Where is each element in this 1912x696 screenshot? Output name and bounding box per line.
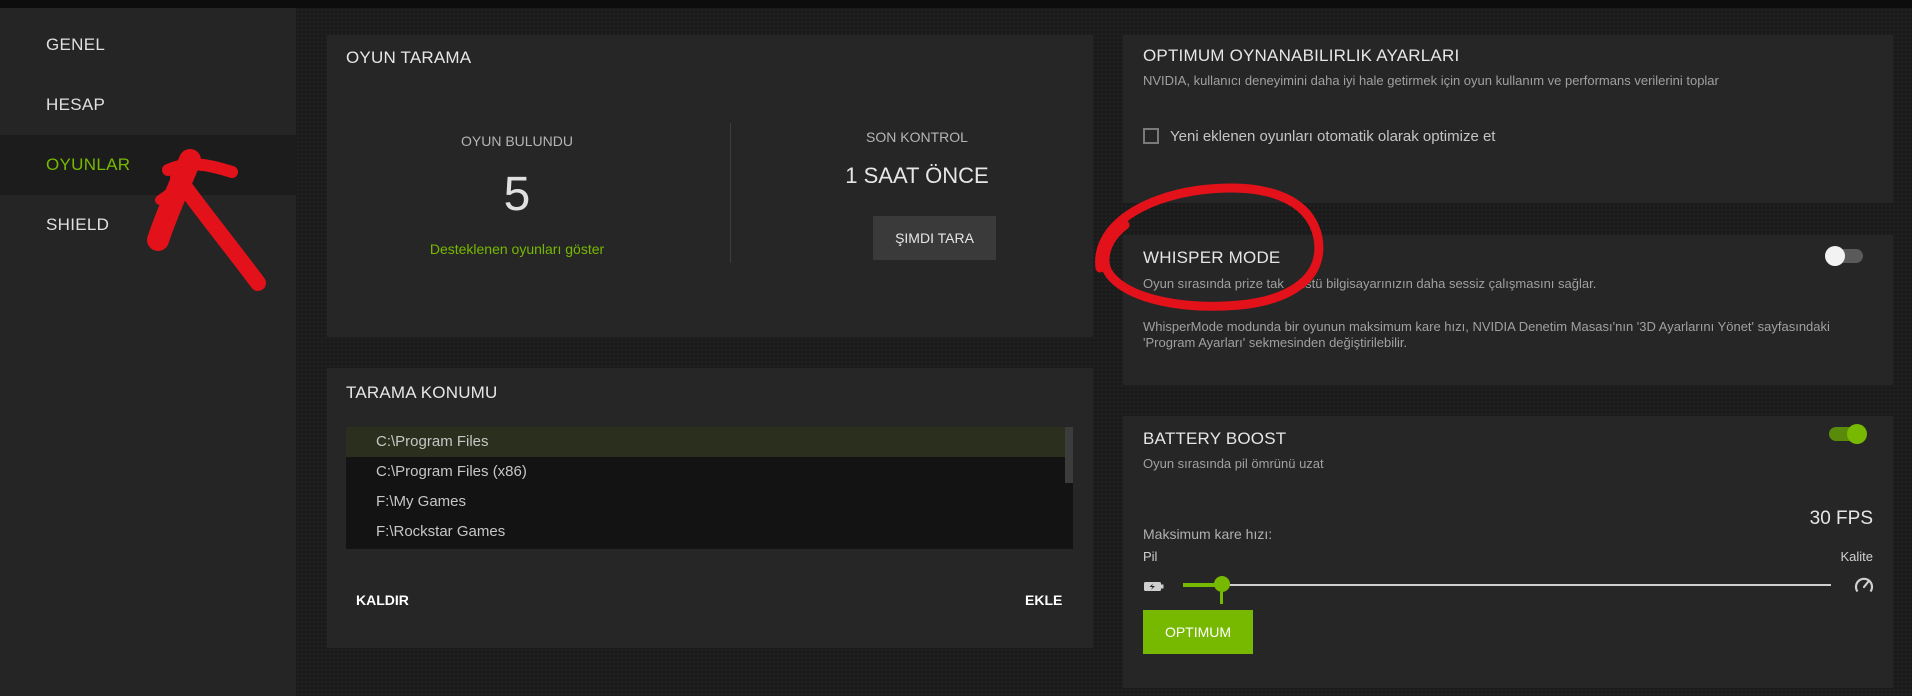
red-circle-annotation	[1095, 183, 1324, 311]
annotation-overlay	[147, 149, 1324, 311]
red-arrow-annotation	[147, 149, 266, 291]
